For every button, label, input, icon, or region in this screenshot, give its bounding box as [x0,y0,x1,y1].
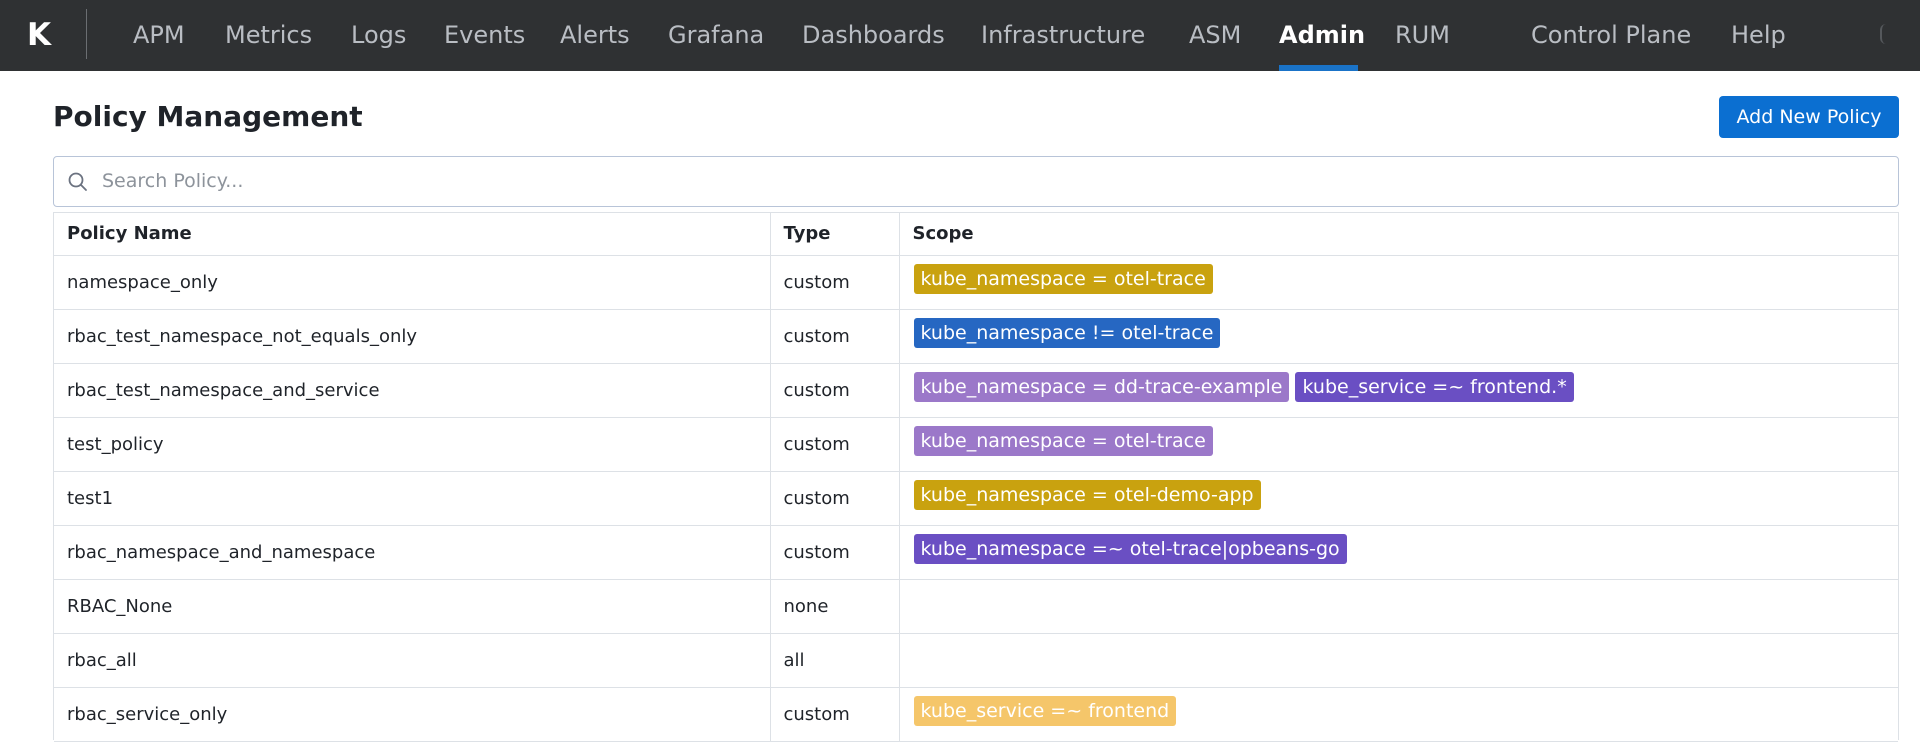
policy-scope-cell: kube_namespace = otel-demo-app [899,471,1898,526]
policy-scope-cell: kube_namespace = otel-trace [899,417,1898,472]
nav-item-metrics[interactable]: Metrics [225,18,312,52]
nav-item-asm[interactable]: ASM [1189,18,1241,52]
app-logo[interactable]: K [27,18,53,52]
nav-item-apm[interactable]: APM [133,18,185,52]
column-header-type[interactable]: Type [770,213,900,256]
policy-type-cell: custom [770,687,900,742]
policy-name-cell[interactable]: test_policy [54,417,771,472]
search-icon [68,172,87,191]
column-header-scope[interactable]: Scope [899,213,1898,256]
policy-name-cell[interactable]: RBAC_None [54,579,771,634]
policy-name-cell[interactable]: rbac_namespace_and_namespace [54,525,771,580]
policy-name-cell[interactable]: rbac_test_namespace_and_service [54,363,771,418]
nav-item-events[interactable]: Events [444,18,525,52]
column-header-policy-name[interactable]: Policy Name [54,213,771,256]
table-row[interactable]: rbac_service_only custom kube_service =~ f… [54,687,1898,742]
scope-tag: kube_namespace = dd-trace-example [913,372,1290,402]
nav-item-infrastructure[interactable]: Infrastructure [981,18,1145,52]
scope-tag: kube_namespace = otel-trace [913,426,1213,456]
scope-tag: kube_namespace != otel-trace [913,318,1221,348]
nav-item-logs[interactable]: Logs [351,18,406,52]
policy-name-cell[interactable]: rbac_all [54,633,771,688]
nav-item-control-plane[interactable]: Control Plane [1531,18,1691,52]
policy-scope-cell: kube_namespace = otel-trace [899,255,1898,310]
policy-type-cell: custom [770,525,900,580]
nav-item-rum[interactable]: RUM [1395,18,1450,52]
search-box[interactable] [53,156,1899,207]
policy-type-cell: all [770,633,900,688]
policy-type-cell: custom [770,417,900,472]
policy-table: Policy Name Type Scope namespace_only cus… [53,212,1899,742]
nav-item-alerts[interactable]: Alerts [560,18,630,52]
search-input[interactable] [102,157,1882,205]
table-row[interactable]: namespace_only custom kube_namespace = ote… [54,255,1898,310]
policy-name-cell[interactable]: namespace_only [54,255,771,310]
policy-type-cell: custom [770,471,900,526]
nav-item-dashboards[interactable]: Dashboards [802,18,945,52]
policy-scope-cell [899,633,1898,688]
policy-scope-cell [899,579,1898,634]
scope-tag: kube_namespace = otel-trace [913,264,1213,294]
table-row[interactable]: rbac_test_namespace_not_equals_only custo… [54,309,1898,364]
policy-type-cell: none [770,579,900,634]
policy-name-cell[interactable]: rbac_service_only [54,687,771,742]
policy-scope-cell: kube_namespace =~ otel-trace|opbeans-go [899,525,1898,580]
table-row[interactable]: rbac_all all [54,633,1898,688]
page-title: Policy Management [53,100,363,133]
policy-scope-cell: kube_namespace != otel-trace [899,309,1898,364]
nav-item-help[interactable]: Help [1731,18,1786,52]
policy-scope-cell: kube_namespace = dd-trace-example kube_se… [899,363,1898,418]
active-tab-indicator [1279,65,1358,71]
policy-type-cell: custom [770,309,900,364]
policy-type-cell: custom [770,363,900,418]
add-new-policy-button[interactable]: Add New Policy [1719,96,1899,138]
policy-type-cell: custom [770,255,900,310]
table-row[interactable]: test1 custom kube_namespace = otel-demo-ap… [54,471,1898,526]
nav-overflow-edge [1880,24,1886,44]
table-row[interactable]: rbac_namespace_and_namespace custom kube_n… [54,525,1898,580]
table-row[interactable]: RBAC_None none [54,579,1898,634]
table-header-row: Policy Name Type Scope [54,213,1898,256]
policy-name-cell[interactable]: test1 [54,471,771,526]
nav-divider [86,9,87,59]
nav-item-admin[interactable]: Admin [1279,18,1365,52]
nav-item-grafana[interactable]: Grafana [668,18,764,52]
scope-tag: kube_namespace = otel-demo-app [913,480,1261,510]
top-navigation-bar: K APM Metrics Logs Events Alerts Grafana Dashb… [0,0,1920,71]
table-row[interactable]: rbac_test_namespace_and_service custom kub… [54,363,1898,418]
scope-tag: kube_service =~ frontend.* [1295,372,1574,402]
scope-tag: kube_namespace =~ otel-trace|opbeans-go [913,534,1347,564]
policy-name-cell[interactable]: rbac_test_namespace_not_equals_only [54,309,771,364]
policy-scope-cell: kube_service =~ frontend [899,687,1898,742]
scope-tag: kube_service =~ frontend [913,696,1177,726]
table-row[interactable]: test_policy custom kube_namespace = otel-t… [54,417,1898,472]
